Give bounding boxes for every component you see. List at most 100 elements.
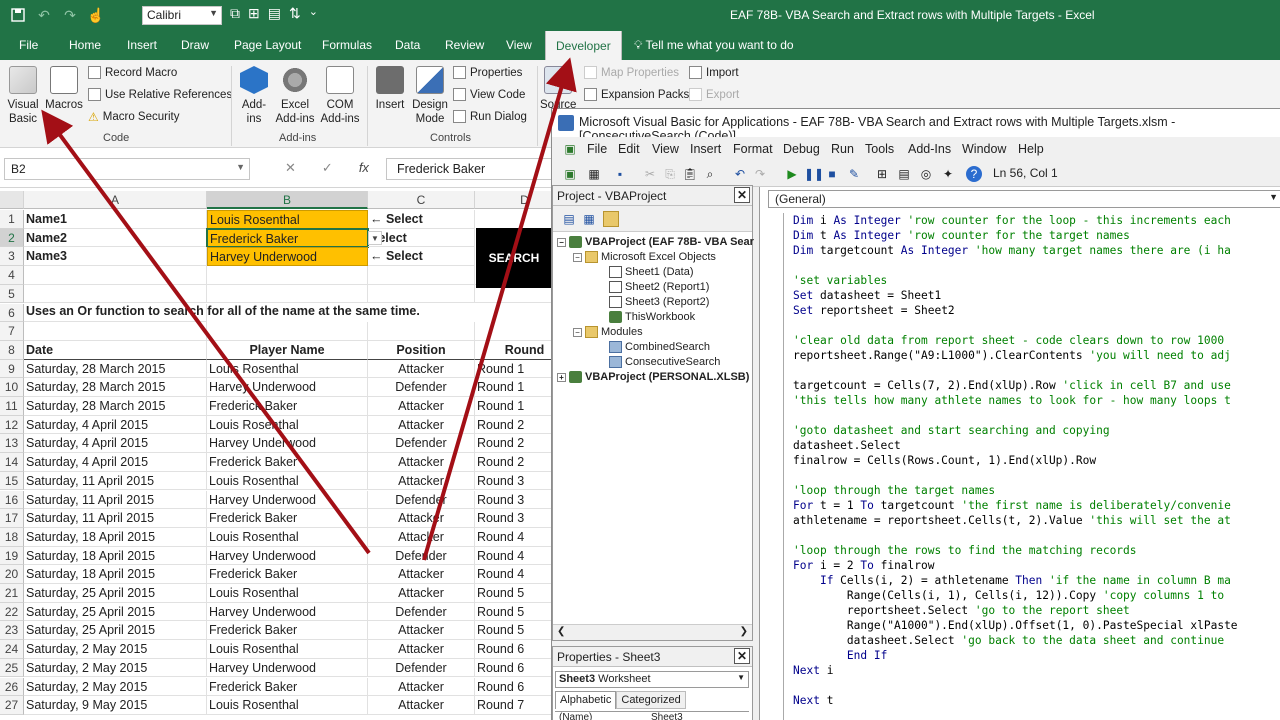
table-cell[interactable]: Saturday, 11 April 2015 xyxy=(24,471,207,491)
menu-insert[interactable]: Insert xyxy=(690,142,721,156)
code-line[interactable]: If Cells(i, 2) = athletename Then 'if th… xyxy=(793,573,1280,588)
collapse-icon[interactable]: − xyxy=(557,237,566,247)
table-cell[interactable]: Saturday, 28 March 2015 xyxy=(24,378,207,397)
table-cell[interactable]: Harvey Underwood xyxy=(207,546,368,566)
table-cell[interactable]: Attacker xyxy=(368,453,475,472)
table-cell[interactable]: Louis Rosenthal xyxy=(207,359,368,379)
code-line[interactable]: reportsheet.Select 'go to the report she… xyxy=(793,603,1280,618)
map-properties-button[interactable]: Map Properties xyxy=(584,66,679,79)
code-line[interactable] xyxy=(793,408,1280,423)
collapse-icon[interactable]: − xyxy=(573,327,582,337)
property-row[interactable]: (Name) Sheet3 xyxy=(555,711,749,720)
table-cell[interactable]: Saturday, 25 April 2015 xyxy=(24,621,207,641)
paste-values-icon[interactable]: ▤ xyxy=(268,5,281,22)
expansion-packs-button[interactable]: Expansion Packs xyxy=(584,88,689,101)
project-explorer-icon[interactable]: ⊞ xyxy=(874,166,890,182)
visual-basic-button[interactable]: Visual Basic xyxy=(4,66,42,126)
relative-references-button[interactable]: Use Relative References xyxy=(88,88,232,101)
code-line[interactable] xyxy=(793,678,1280,693)
undo-icon[interactable]: ↶ xyxy=(34,5,54,25)
code-line[interactable] xyxy=(793,318,1280,333)
code-line[interactable]: 'clear old data from report sheet - code… xyxy=(793,333,1280,348)
table-cell[interactable]: Saturday, 11 April 2015 xyxy=(24,509,207,528)
object-procedure-dropdown[interactable]: (General) ▼ xyxy=(768,190,1280,208)
camera-icon[interactable]: ⧉ xyxy=(230,5,240,22)
table-cell[interactable]: Round 5 xyxy=(475,584,552,603)
code-line[interactable]: Range(Cells(i, 1), Cells(i, 12)).Copy 'c… xyxy=(793,588,1280,603)
table-cell[interactable]: Harvey Underwood xyxy=(207,434,368,454)
column-header-c[interactable]: C xyxy=(368,191,475,209)
table-cell[interactable]: Attacker xyxy=(368,677,475,697)
name-label-cell[interactable]: Name1 xyxy=(24,210,207,229)
row-header[interactable]: 12 xyxy=(0,415,24,435)
menu-run[interactable]: Run xyxy=(831,142,854,156)
table-cell[interactable]: Attacker xyxy=(368,527,475,547)
menu-format[interactable]: Format xyxy=(733,142,773,156)
row-header[interactable]: 27 xyxy=(0,696,24,715)
object-dropdown[interactable]: Sheet3 Worksheet ▼ xyxy=(555,671,749,688)
table-cell[interactable]: Saturday, 28 March 2015 xyxy=(24,397,207,416)
name-box[interactable]: B2 ▼ xyxy=(4,158,250,180)
table-cell[interactable]: Frederick Baker xyxy=(207,565,368,584)
row-header[interactable]: 20 xyxy=(0,565,24,584)
table-cell[interactable]: Round 6 xyxy=(475,678,552,697)
tree-vbaproject[interactable]: − VBAProject (EAF 78B- VBA Sear xyxy=(557,236,754,248)
row-header[interactable]: 10 xyxy=(0,378,24,397)
empty-cell[interactable] xyxy=(368,322,475,341)
code-line[interactable]: finalrow = Cells(Rows.Count, 1).End(xlUp… xyxy=(793,453,1280,468)
table-cell[interactable]: Saturday, 2 May 2015 xyxy=(24,658,207,678)
table-cell[interactable]: Saturday, 2 May 2015 xyxy=(24,640,207,659)
menu-debug[interactable]: Debug xyxy=(783,142,820,156)
table-cell[interactable]: Frederick Baker xyxy=(207,677,368,697)
code-line[interactable]: targetcount = Cells(7, 2).End(xlUp).Row … xyxy=(793,378,1280,393)
code-line[interactable] xyxy=(793,258,1280,273)
row-header[interactable]: 15 xyxy=(0,471,24,491)
insert-module-icon[interactable]: ▦ xyxy=(586,166,602,182)
sort-icon[interactable]: ⇅ xyxy=(289,5,301,22)
table-cell[interactable]: Round 4 xyxy=(475,528,552,547)
scroll-right-icon[interactable]: ❯ xyxy=(740,626,748,637)
code-line[interactable]: For t = 1 To targetcount 'the first name… xyxy=(793,498,1280,513)
row-header[interactable]: 13 xyxy=(0,434,24,454)
table-cell[interactable]: Frederick Baker xyxy=(207,621,368,641)
help-icon[interactable]: ? xyxy=(966,166,982,182)
table-cell[interactable]: Round 1 xyxy=(475,397,552,416)
table-cell[interactable]: Round 5 xyxy=(475,603,552,622)
code-line[interactable]: 'loop through the target names xyxy=(793,483,1280,498)
excel-addins-button[interactable]: Excel Add-ins xyxy=(274,66,316,126)
table-cell[interactable]: Harvey Underwood xyxy=(207,490,368,510)
tab-data[interactable]: Data xyxy=(395,38,420,52)
cell-dropdown-icon[interactable]: ▼ xyxy=(368,230,382,245)
table-cell[interactable]: Attacker xyxy=(368,359,475,379)
tab-view[interactable]: View xyxy=(506,38,532,52)
expand-icon[interactable]: + xyxy=(557,372,566,382)
table-cell[interactable]: Harvey Underwood xyxy=(207,378,368,397)
table-cell[interactable]: Louis Rosenthal xyxy=(207,696,368,715)
code-line[interactable]: Dim targetcount As Integer 'how many tar… xyxy=(793,243,1280,258)
scroll-left-icon[interactable]: ❮ xyxy=(557,626,565,637)
table-cell[interactable]: Saturday, 4 April 2015 xyxy=(24,453,207,472)
tab-draw[interactable]: Draw xyxy=(181,38,209,52)
empty-cell[interactable] xyxy=(207,266,368,285)
table-cell[interactable]: Frederick Baker xyxy=(207,453,368,472)
row-header[interactable]: 16 xyxy=(0,490,24,510)
row-header[interactable]: 4 xyxy=(0,266,24,285)
row-header[interactable]: 5 xyxy=(0,284,24,304)
menu-tools[interactable]: Tools xyxy=(865,142,894,156)
empty-cell[interactable] xyxy=(207,322,368,341)
border-icon[interactable]: ⊞ xyxy=(248,5,260,22)
redo-icon[interactable]: ↷ xyxy=(752,166,768,182)
row-header[interactable]: 2 xyxy=(0,228,24,248)
table-cell[interactable]: Saturday, 9 May 2015 xyxy=(24,696,207,715)
view-excel-icon[interactable]: ▣ xyxy=(562,166,578,182)
menu-view[interactable]: View xyxy=(652,142,679,156)
row-header[interactable]: 1 xyxy=(0,210,24,229)
code-line[interactable]: Set reportsheet = Sheet2 xyxy=(793,303,1280,318)
select-all-corner[interactable] xyxy=(0,191,24,209)
tree-sheet2[interactable]: Sheet2 (Report1) xyxy=(609,281,709,293)
design-mode-button[interactable]: Design Mode xyxy=(410,66,450,126)
insert-function-icon[interactable]: fx xyxy=(359,160,369,176)
cancel-icon[interactable]: ✕ xyxy=(285,160,296,176)
menu-addins[interactable]: Add-Ins xyxy=(908,142,951,156)
tree-combinedsearch[interactable]: CombinedSearch xyxy=(609,341,710,353)
